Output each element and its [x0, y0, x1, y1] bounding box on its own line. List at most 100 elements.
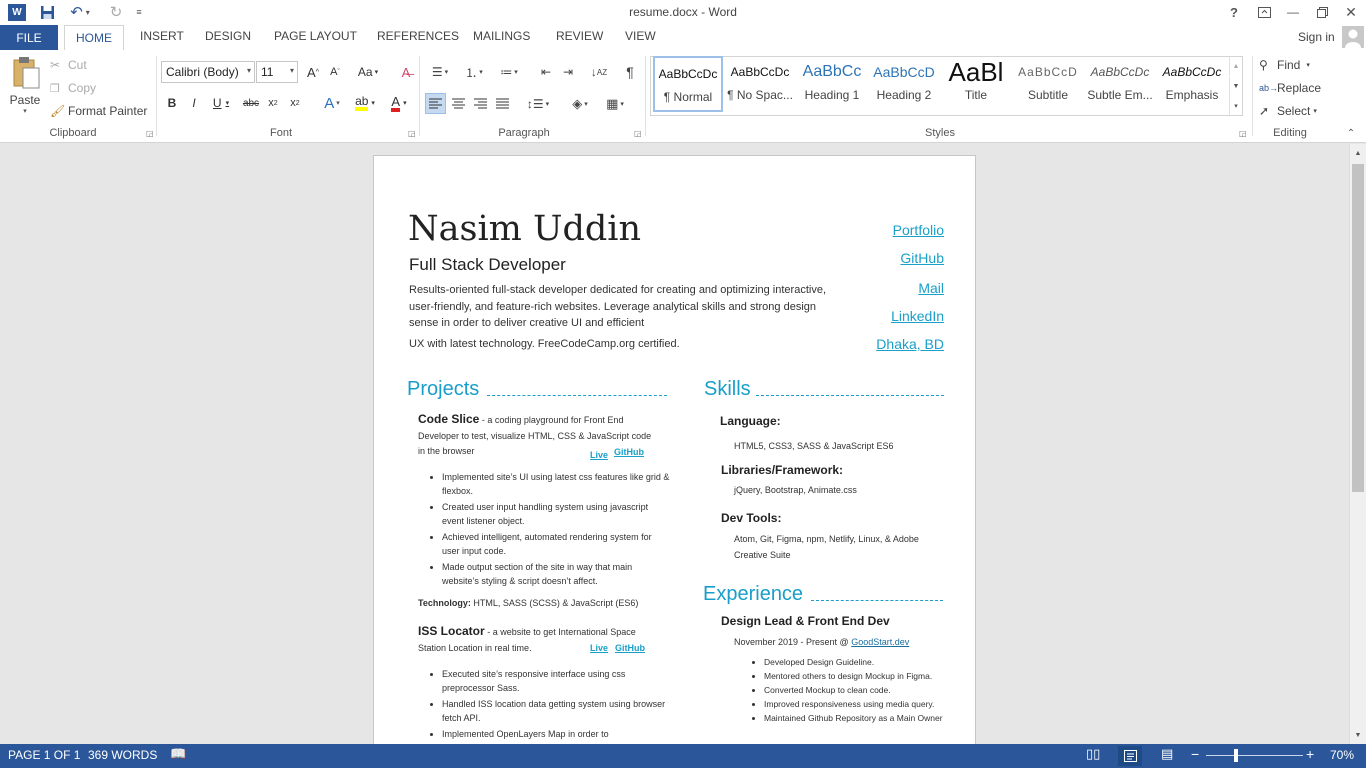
sort-icon[interactable]: ↓ AZ [589, 62, 609, 82]
word-app-icon[interactable]: W [8, 4, 26, 21]
superscript-button[interactable]: x2 [286, 93, 304, 113]
line-spacing-icon[interactable]: ↕☰ ▾ [523, 93, 553, 114]
copy-button[interactable]: ❐ Copy [50, 79, 96, 97]
vertical-scrollbar[interactable]: ▲ ▼ [1349, 144, 1366, 744]
decrease-indent-icon[interactable]: ⇤ [536, 62, 556, 82]
paragraph-dialog-launcher-icon[interactable]: ◲ [634, 129, 642, 138]
word-count[interactable]: 369 WORDS [88, 748, 157, 762]
cut-button[interactable]: ✂ Cut [50, 56, 87, 74]
borders-icon[interactable]: ▦ ▾ [600, 93, 630, 114]
project-github-link[interactable]: GitHub [614, 447, 644, 457]
sign-in-link[interactable]: Sign in [1298, 30, 1335, 44]
style-subtitle[interactable]: AaBbCcD Subtitle [1013, 56, 1083, 112]
style-no-spacing[interactable]: AaBbCcDc ¶ No Spac... [725, 56, 795, 112]
align-center-icon[interactable] [448, 93, 469, 114]
restore-icon[interactable] [1313, 4, 1331, 20]
font-name-select[interactable]: Calibri (Body) ▾ [161, 61, 255, 83]
font-dialog-launcher-icon[interactable]: ◲ [408, 129, 416, 138]
select-button[interactable]: ➚ Select ▾ [1259, 102, 1317, 120]
highlight-color-icon[interactable]: ab ▾ [349, 93, 381, 113]
document-page[interactable]: Nasim Uddin Full Stack Developer Results… [373, 155, 976, 744]
zoom-out-icon[interactable]: − [1191, 746, 1199, 762]
style-emphasis[interactable]: AaBbCcDc Emphasis [1157, 56, 1227, 112]
styles-scroll-up-icon[interactable]: ▲ [1229, 57, 1242, 76]
text-effects-icon[interactable]: A ▾ [318, 93, 346, 113]
styles-dialog-launcher-icon[interactable]: ◲ [1239, 129, 1247, 138]
location-link[interactable]: Dhaka, BD [856, 336, 944, 352]
style-subtle-emphasis[interactable]: AaBbCcDc Subtle Em... [1085, 56, 1155, 112]
proofing-icon[interactable]: 📖 [170, 746, 186, 762]
subscript-button[interactable]: x2 [264, 93, 282, 113]
portfolio-link[interactable]: Portfolio [886, 222, 944, 238]
scrollbar-thumb[interactable] [1352, 164, 1364, 492]
paste-button[interactable]: Paste ▾ [6, 56, 44, 122]
tab-view[interactable]: VIEW [625, 29, 656, 43]
strikethrough-button[interactable]: abc [241, 93, 261, 113]
web-layout-icon[interactable]: ▤ [1161, 746, 1173, 762]
linkedin-link[interactable]: LinkedIn [876, 308, 944, 324]
mail-link[interactable]: Mail [886, 280, 944, 296]
grow-font-icon[interactable]: A ^ [303, 62, 323, 82]
print-layout-icon[interactable] [1118, 746, 1142, 766]
find-button[interactable]: ⚲ Find ▾ [1259, 56, 1310, 74]
tab-review[interactable]: REVIEW [556, 29, 603, 43]
styles-scroll-down-icon[interactable]: ▼ [1229, 77, 1242, 96]
style-heading-1[interactable]: AaBbCc Heading 1 [797, 56, 867, 112]
justify-icon[interactable] [492, 93, 513, 114]
change-case-icon[interactable]: Aa ▾ [354, 62, 382, 82]
replace-button[interactable]: ab→ Replace [1259, 79, 1321, 97]
project-github-link[interactable]: GitHub [615, 643, 645, 653]
clear-formatting-icon[interactable]: A̶ [396, 62, 416, 82]
company-link[interactable]: GoodStart.dev [851, 637, 909, 647]
font-color-icon[interactable]: A ▾ [383, 93, 415, 113]
increase-indent-icon[interactable]: ⇥ [558, 62, 578, 82]
page-count[interactable]: PAGE 1 OF 1 [8, 748, 80, 762]
tab-home[interactable]: HOME [64, 25, 124, 51]
project-live-link[interactable]: Live [590, 643, 608, 653]
document-area[interactable]: Nasim Uddin Full Stack Developer Results… [0, 144, 1349, 744]
scroll-up-icon[interactable]: ▲ [1351, 146, 1365, 160]
clipboard-dialog-launcher-icon[interactable]: ◲ [146, 129, 154, 138]
close-icon[interactable]: ✕ [1342, 4, 1360, 20]
show-formatting-marks-icon[interactable]: ¶ [620, 62, 640, 82]
underline-button[interactable]: U ▾ [207, 93, 235, 113]
font-size-select[interactable]: 11 ▾ [256, 61, 298, 83]
numbering-icon[interactable]: ⒈ ▾ [459, 62, 489, 82]
multilevel-list-icon[interactable]: ≔ ▾ [494, 62, 524, 82]
format-painter-button[interactable]: 🖌 Format Painter [50, 102, 147, 120]
tab-file[interactable]: FILE [0, 25, 58, 50]
align-left-icon[interactable] [425, 93, 446, 114]
redo-icon[interactable]: ↻ [106, 3, 126, 21]
minimize-icon[interactable]: — [1284, 4, 1302, 20]
project-live-link[interactable]: Live [590, 450, 608, 460]
undo-icon[interactable]: ↶ ▾ [66, 3, 94, 21]
style-title[interactable]: AaBl Title [941, 56, 1011, 112]
bullets-icon[interactable]: ☰ ▾ [425, 62, 455, 82]
tab-references[interactable]: REFERENCES [377, 29, 459, 43]
tab-page-layout[interactable]: PAGE LAYOUT [274, 29, 357, 43]
help-icon[interactable]: ? [1226, 3, 1242, 21]
account-avatar-icon[interactable] [1342, 26, 1364, 48]
ribbon-display-options-icon[interactable] [1256, 4, 1272, 20]
scroll-down-icon[interactable]: ▼ [1351, 728, 1365, 742]
style-normal[interactable]: AaBbCcDc ¶ Normal [653, 56, 723, 112]
collapse-ribbon-icon[interactable]: ⌃ [1344, 126, 1358, 140]
tab-design[interactable]: DESIGN [205, 29, 251, 43]
shading-icon[interactable]: ◈ ▾ [565, 93, 595, 114]
zoom-level[interactable]: 70% [1330, 748, 1354, 762]
align-right-icon[interactable] [470, 93, 491, 114]
italic-button[interactable]: I [185, 93, 203, 113]
github-link[interactable]: GitHub [886, 250, 944, 266]
tab-insert[interactable]: INSERT [140, 29, 184, 43]
zoom-slider-thumb[interactable] [1234, 749, 1238, 762]
tab-mailings[interactable]: MAILINGS [473, 29, 530, 43]
shrink-font-icon[interactable]: Aˇ [325, 62, 345, 82]
styles-more-icon[interactable]: ▾ [1229, 96, 1242, 115]
customize-qat-icon[interactable]: ≡ [132, 3, 146, 21]
zoom-in-icon[interactable]: + [1306, 746, 1314, 762]
zoom-slider[interactable] [1206, 755, 1303, 756]
style-heading-2[interactable]: AaBbCcD Heading 2 [869, 56, 939, 112]
read-mode-icon[interactable]: ▯▯ [1086, 746, 1100, 762]
save-icon[interactable] [38, 3, 56, 21]
bold-button[interactable]: B [163, 93, 181, 113]
